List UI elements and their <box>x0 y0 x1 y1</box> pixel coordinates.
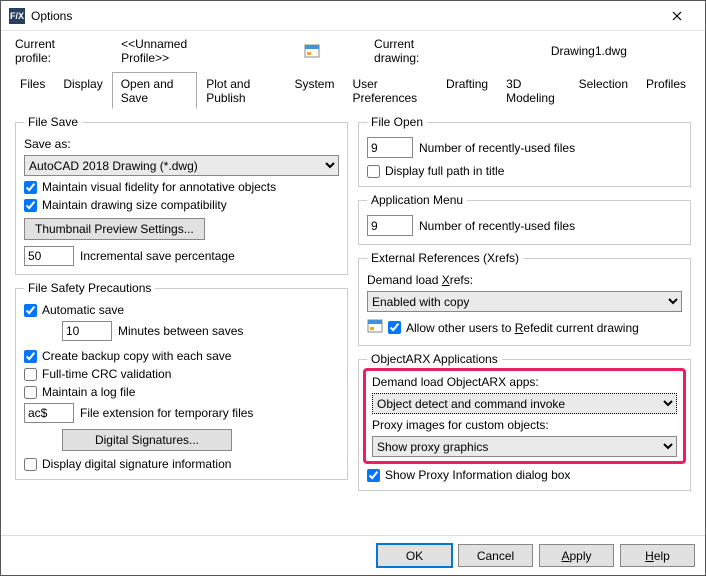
drawing-label: Current drawing: <box>374 37 437 65</box>
recent-files-input[interactable] <box>367 137 413 158</box>
thumbnail-preview-button[interactable]: Thumbnail Preview Settings... <box>24 218 205 240</box>
tab-display[interactable]: Display <box>54 72 111 109</box>
maintain-compat-label: Maintain drawing size compatibility <box>42 198 227 212</box>
help-button[interactable]: Help <box>620 544 695 567</box>
legend-objectarx: ObjectARX Applications <box>367 352 502 366</box>
arx-demand-select[interactable]: Object detect and command invoke <box>372 393 677 414</box>
arx-demand-label: Demand load ObjectARX apps: <box>372 375 539 389</box>
group-objectarx: ObjectARX Applications Demand load Objec… <box>358 352 691 491</box>
minutes-input[interactable] <box>62 321 112 341</box>
tabstrip: Files Display Open and Save Plot and Pub… <box>11 71 695 109</box>
legend-file-open: File Open <box>367 115 427 129</box>
legend-xrefs: External References (Xrefs) <box>367 251 523 265</box>
drawing-icon <box>304 43 324 59</box>
tab-drafting[interactable]: Drafting <box>437 72 497 109</box>
temp-ext-input[interactable] <box>24 403 74 423</box>
tab-3d-modeling[interactable]: 3D Modeling <box>497 72 570 109</box>
auto-save-label: Automatic save <box>42 303 124 317</box>
appmenu-recent-input[interactable] <box>367 215 413 236</box>
tab-system[interactable]: System <box>285 72 343 109</box>
group-xrefs: External References (Xrefs) Demand load … <box>358 251 691 346</box>
tab-files[interactable]: Files <box>11 72 54 109</box>
close-button[interactable] <box>657 2 697 30</box>
save-as-select[interactable]: AutoCAD 2018 Drawing (*.dwg) <box>24 155 339 176</box>
recent-files-label: Number of recently-used files <box>419 141 575 155</box>
tab-user-preferences[interactable]: User Preferences <box>343 72 437 109</box>
auto-save-checkbox[interactable] <box>24 304 37 317</box>
group-file-safety: File Safety Precautions Automatic save M… <box>15 281 348 480</box>
legend-file-safety: File Safety Precautions <box>24 281 155 295</box>
xrefs-demand-label: Demand load Xrefs: <box>367 273 473 287</box>
digital-signatures-button[interactable]: Digital Signatures... <box>62 429 232 451</box>
tab-open-and-save[interactable]: Open and Save <box>112 72 198 109</box>
minutes-label: Minutes between saves <box>118 324 243 338</box>
temp-ext-label: File extension for temporary files <box>80 406 253 420</box>
display-sig-checkbox[interactable] <box>24 458 37 471</box>
allow-refedit-checkbox[interactable] <box>388 321 401 334</box>
cancel-button[interactable]: Cancel <box>458 544 533 567</box>
proxy-images-select[interactable]: Show proxy graphics <box>372 436 677 457</box>
group-application-menu: Application Menu Number of recently-used… <box>358 193 691 245</box>
backup-checkbox[interactable] <box>24 350 37 363</box>
xref-icon <box>367 318 383 337</box>
profile-value: <<Unnamed Profile>> <box>121 37 204 65</box>
logfile-checkbox[interactable] <box>24 386 37 399</box>
group-file-save: File Save Save as: AutoCAD 2018 Drawing … <box>15 115 348 275</box>
show-proxy-dlg-checkbox[interactable] <box>367 469 380 482</box>
tab-selection[interactable]: Selection <box>570 72 637 109</box>
group-file-open: File Open Number of recently-used files … <box>358 115 691 187</box>
maintain-visual-label: Maintain visual fidelity for annotative … <box>42 180 276 194</box>
tab-profiles[interactable]: Profiles <box>637 72 695 109</box>
profile-label: Current profile: <box>15 37 71 65</box>
full-path-label: Display full path in title <box>385 164 504 178</box>
appmenu-recent-label: Number of recently-used files <box>419 219 575 233</box>
allow-refedit-label: Allow other users to Refedit current dra… <box>406 321 639 335</box>
full-path-checkbox[interactable] <box>367 165 380 178</box>
apply-button[interactable]: Apply <box>539 544 614 567</box>
crc-label: Full-time CRC validation <box>42 367 171 381</box>
tab-plot-publish[interactable]: Plot and Publish <box>197 72 285 109</box>
proxy-images-label: Proxy images for custom objects: <box>372 418 549 432</box>
crc-checkbox[interactable] <box>24 368 37 381</box>
show-proxy-dlg-label: Show Proxy Information dialog box <box>385 468 570 482</box>
highlight-box: Demand load ObjectARX apps: Object detec… <box>363 368 686 464</box>
drawing-value: Drawing1.dwg <box>551 44 627 58</box>
logfile-label: Maintain a log file <box>42 385 135 399</box>
legend-application-menu: Application Menu <box>367 193 467 207</box>
save-as-label: Save as: <box>24 137 71 151</box>
window-title: Options <box>31 9 657 23</box>
maintain-visual-checkbox[interactable] <box>24 181 37 194</box>
incremental-save-label: Incremental save percentage <box>80 249 235 263</box>
xrefs-demand-select[interactable]: Enabled with copy <box>367 291 682 312</box>
app-icon: F/X <box>9 8 25 24</box>
maintain-compat-checkbox[interactable] <box>24 199 37 212</box>
backup-label: Create backup copy with each save <box>42 349 231 363</box>
ok-button[interactable]: OK <box>377 544 452 567</box>
legend-file-save: File Save <box>24 115 82 129</box>
display-sig-label: Display digital signature information <box>42 457 231 471</box>
incremental-save-input[interactable] <box>24 246 74 266</box>
